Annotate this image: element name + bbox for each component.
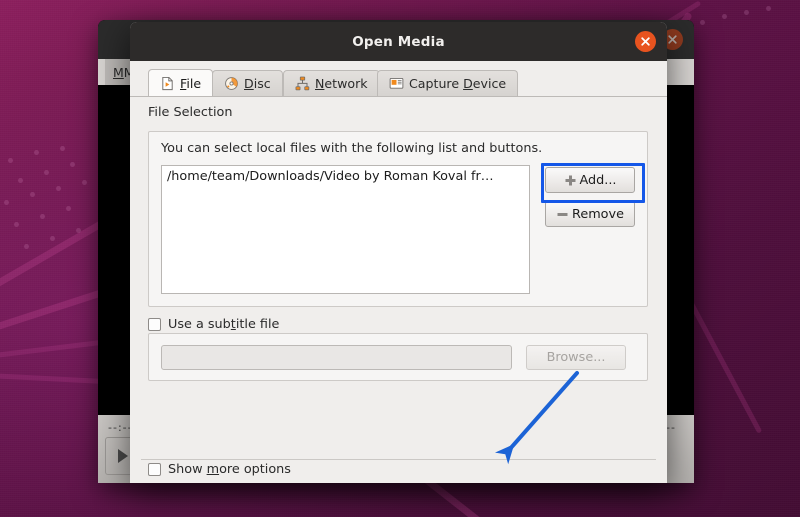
vlc-elapsed-time: --:--: [108, 421, 133, 434]
file-selection-hint: You can select local files with the foll…: [161, 141, 543, 156]
tab-capture-device[interactable]: Capture Device: [377, 70, 519, 96]
open-media-dialog[interactable]: Open Media File Disc Network Capture Dev…: [130, 22, 667, 483]
tab-network-label: Network: [315, 76, 368, 91]
show-more-options-label: Show more options: [168, 462, 291, 477]
tab-disc[interactable]: Disc: [212, 70, 283, 96]
remove-button-label: Remove: [572, 206, 624, 222]
tab-file-label: File: [180, 75, 202, 91]
show-more-options-checkbox-row[interactable]: Show more options: [148, 462, 291, 477]
use-subtitle-file-checkbox[interactable]: [148, 318, 161, 331]
disc-icon: [225, 77, 238, 90]
minus-icon: [557, 212, 568, 216]
plus-icon: [565, 175, 575, 185]
add-button[interactable]: Add...: [545, 167, 635, 193]
network-icon: [295, 76, 310, 91]
file-list[interactable]: /home/team/Downloads/Video by Roman Kova…: [161, 165, 530, 294]
file-selection-group: You can select local files with the foll…: [148, 131, 648, 307]
dialog-title: Open Media: [352, 33, 445, 50]
capture-device-icon: [389, 77, 404, 89]
tab-network[interactable]: Network: [283, 70, 380, 96]
show-more-options-checkbox[interactable]: [148, 463, 161, 476]
add-button-label: Add...: [579, 172, 617, 188]
dialog-titlebar[interactable]: Open Media: [130, 22, 667, 61]
footer-separator: [141, 459, 656, 460]
file-selection-group-title: File Selection: [148, 105, 233, 120]
tab-file[interactable]: File: [148, 69, 214, 96]
close-icon[interactable]: [635, 31, 656, 52]
tabstrip: File Disc Network Capture Device: [130, 69, 667, 97]
tab-disc-label: Disc: [244, 76, 271, 91]
browse-button-label: Browse...: [546, 350, 606, 365]
browse-button[interactable]: Browse...: [526, 345, 626, 370]
use-subtitle-file-label: Use a subtitle file: [168, 317, 280, 332]
file-play-icon: [162, 76, 173, 90]
subtitle-group: Browse...: [148, 333, 648, 381]
dialog-body: File Disc Network Capture Device File Se…: [130, 61, 667, 483]
list-item[interactable]: /home/team/Downloads/Video by Roman Kova…: [162, 166, 529, 184]
tab-capture-device-label: Capture Device: [409, 76, 507, 91]
subtitle-path-input[interactable]: [161, 345, 512, 370]
remove-button[interactable]: Remove: [545, 201, 635, 227]
use-subtitle-file-checkbox-row[interactable]: Use a subtitle file: [148, 317, 279, 332]
